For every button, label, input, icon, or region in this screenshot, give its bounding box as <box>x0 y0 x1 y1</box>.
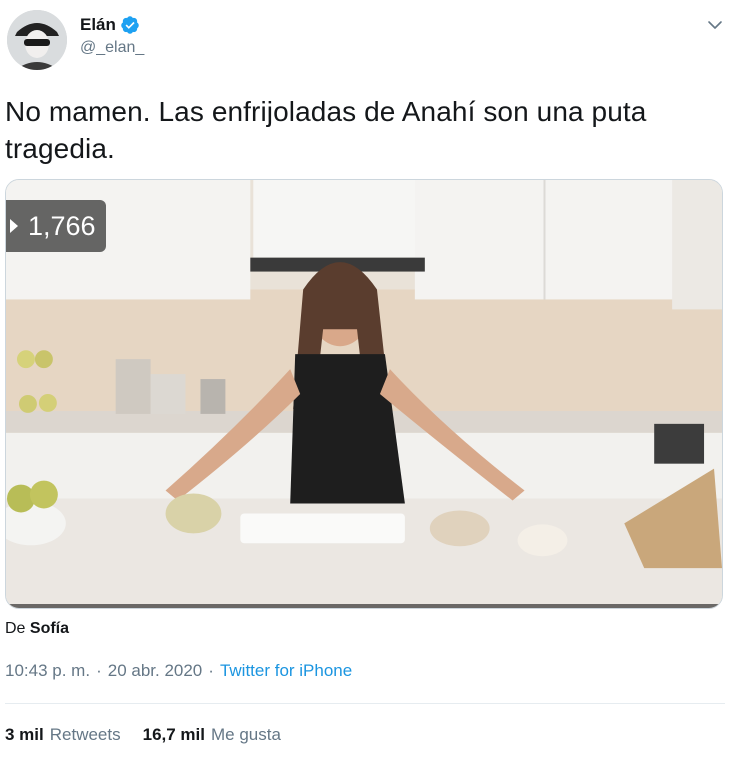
tweet-source-link[interactable]: Twitter for iPhone <box>220 661 352 681</box>
meta-separator: · <box>208 661 214 680</box>
play-count-icon <box>10 219 18 233</box>
author-name[interactable]: Elán <box>80 15 116 35</box>
meta-separator: · <box>96 661 102 680</box>
author-block: Elán @_elan_ <box>80 14 144 57</box>
avatar-photo <box>7 10 67 70</box>
tweet-meta: 10:43 p. m. · 20 abr. 2020 · Twitter for… <box>5 661 352 681</box>
tweet-time[interactable]: 10:43 p. m. <box>5 661 90 681</box>
chevron-down-icon[interactable] <box>706 16 724 34</box>
divider <box>5 703 725 704</box>
likes-count: 16,7 mil <box>142 725 205 744</box>
likes-label: Me gusta <box>211 725 281 744</box>
retweets-label: Retweets <box>49 725 121 744</box>
retweets-count: 3 mil <box>5 725 44 744</box>
likes-stat[interactable]: 16,7 mil Me gusta <box>143 725 281 745</box>
video-frame <box>6 180 722 608</box>
verified-badge-icon <box>121 16 139 34</box>
media-attribution: De Sofía <box>5 620 69 638</box>
video-progress-bar[interactable] <box>6 604 722 608</box>
tweet-stats: 3 mil Retweets 16,7 mil Me gusta <box>5 725 303 745</box>
retweets-stat[interactable]: 3 mil Retweets <box>5 725 121 745</box>
author-handle[interactable]: @_elan_ <box>80 39 144 57</box>
video-player[interactable]: 1,766 <box>5 179 723 609</box>
attribution-prefix: De <box>5 620 26 637</box>
avatar[interactable] <box>7 10 67 70</box>
view-count: 1,766 <box>28 210 96 241</box>
tweet-text: No mamen. Las enfrijoladas de Anahí son … <box>5 96 647 164</box>
view-count-badge: 1,766 <box>6 200 106 252</box>
attribution-name[interactable]: Sofía <box>30 620 69 637</box>
tweet-date[interactable]: 20 abr. 2020 <box>108 661 203 681</box>
